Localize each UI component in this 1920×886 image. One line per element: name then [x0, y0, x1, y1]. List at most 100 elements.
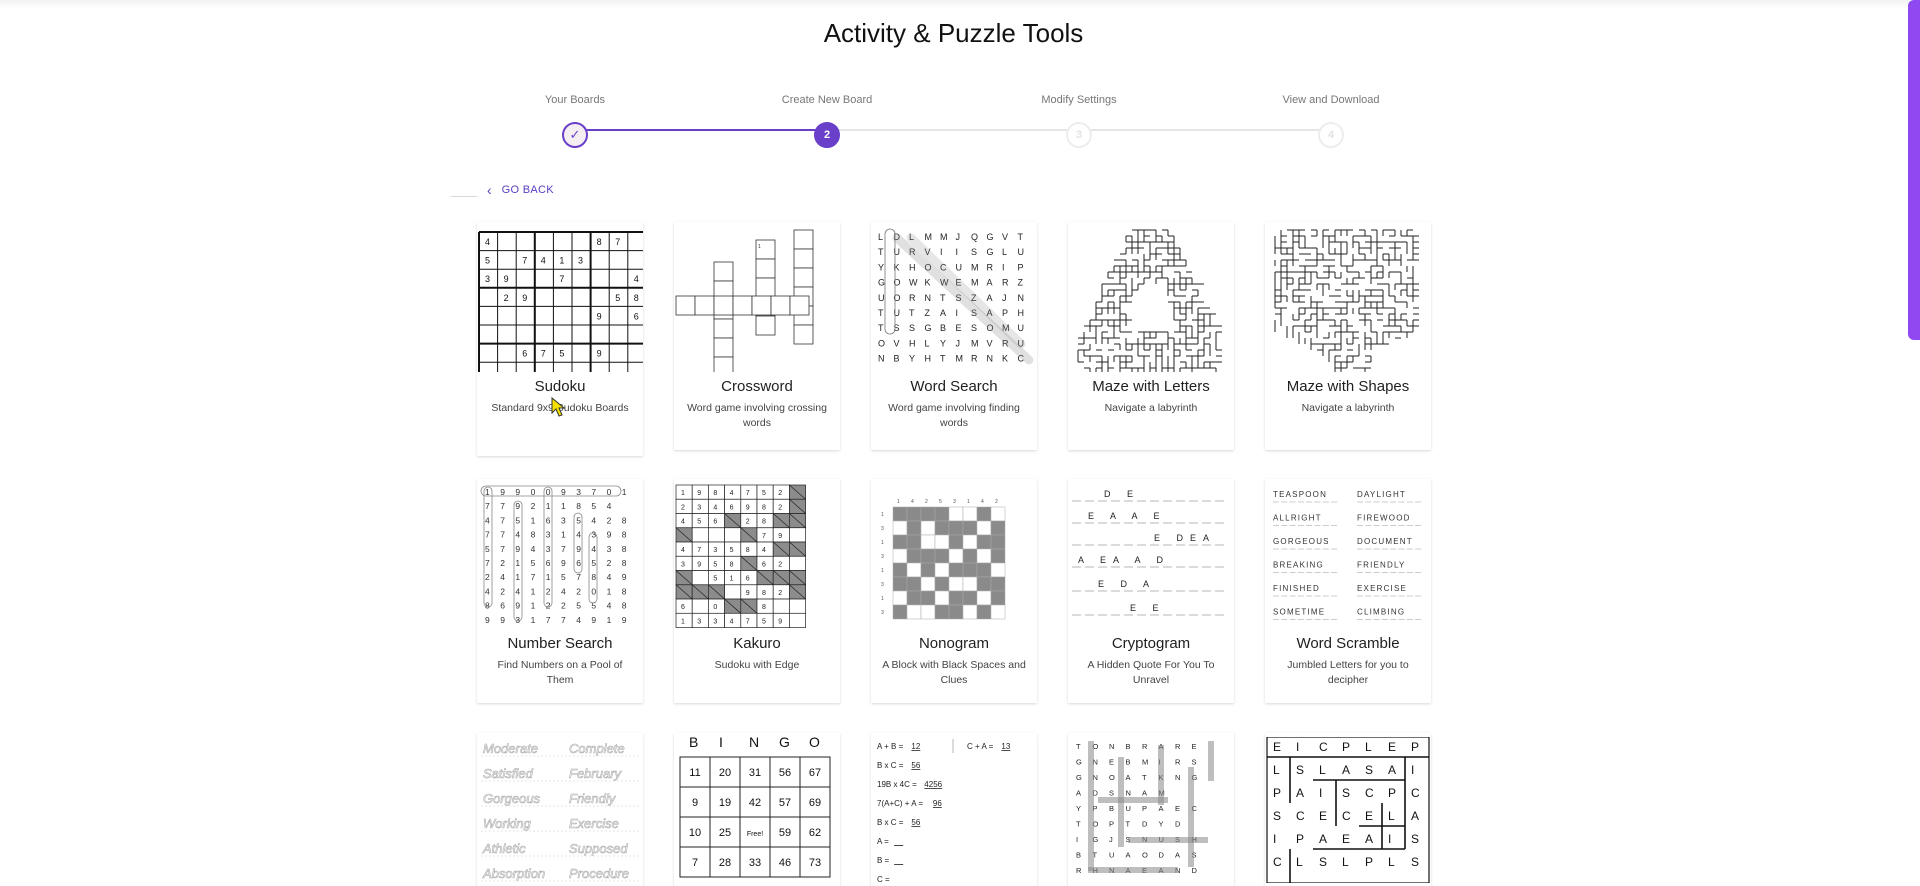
card-kakuro[interactable]: 1 9 8 4 7 5 2 2 3 4 6 9 8 2 4 5 6 2 8 7 9 4 7 3 5 8 4 3 9 5 8 6 2 5 1 6 9 8 2 6…: [674, 479, 840, 703]
kakuro-digit: 2: [778, 590, 782, 597]
kakuro-digit: 5: [730, 547, 734, 554]
nonogram-clue: 1: [881, 512, 884, 518]
bingo-number: 20: [719, 767, 731, 779]
scramble-word: FRIENDLY: [1357, 561, 1406, 570]
search-digit: 9: [485, 615, 490, 625]
nonogram-cell: [920, 506, 936, 522]
search-digit: 7: [500, 501, 505, 511]
search-letter: T: [878, 247, 884, 257]
search-letter: U: [956, 262, 963, 272]
sudoku-digit: 7: [522, 256, 527, 266]
maze-letter: E: [1192, 742, 1197, 751]
maze-letter: M: [1142, 758, 1148, 767]
card-word-search[interactable]: LDLMMJQGVTTURVIISGLUYKHOCUMRIPGOWKWEMARZ…: [871, 222, 1037, 450]
nonogram-clue: 1: [881, 540, 884, 546]
search-letter: B: [940, 323, 946, 333]
cryptogram-letters: E A A E: [1088, 511, 1167, 521]
card-maze-with-shapes[interactable]: Maze with Shapes Navigate a labyrinth: [1265, 222, 1431, 450]
grid-letter: I: [1296, 740, 1299, 754]
kakuro-digit: 1: [730, 576, 734, 583]
equation-text: C =: [877, 875, 890, 883]
equation-text: A + B =: [877, 742, 904, 751]
scramble-word: BREAKING: [1273, 561, 1324, 570]
maze-letter: E: [1109, 758, 1114, 767]
bingo-header-letter: B: [689, 737, 698, 750]
nonogram-cell: [962, 506, 978, 522]
bingo-header-letter: G: [779, 737, 790, 750]
kakuro-digit: 2: [778, 490, 782, 497]
crossword-cell: [770, 295, 791, 316]
search-digit: 2: [576, 586, 581, 596]
maze-letter: R: [1076, 866, 1082, 875]
kakuro-digit: 8: [730, 561, 734, 568]
grid-letter: A: [1342, 763, 1350, 777]
nonogram-clue: 4: [911, 499, 914, 505]
scramble-word: ALLRIGHT: [1273, 514, 1322, 523]
search-letter: K: [925, 278, 931, 288]
nonogram-clue: 3: [881, 526, 884, 532]
card-word-scramble[interactable]: TEASPOON DAYLIGHT ALLRIGHT FIREWOOD GORGEOUS…: [1265, 479, 1431, 703]
cryptogram-letters: E E: [1130, 603, 1166, 613]
crossword-cell: [713, 318, 734, 339]
nonogram-cell: [892, 534, 908, 550]
search-digit: 9: [622, 615, 627, 625]
card-crossword[interactable]: 1 Crossword Word game involving crossing…: [674, 222, 840, 450]
nonogram-cell: [976, 562, 992, 578]
search-digit: 7: [591, 487, 596, 497]
nonogram-cell: [962, 590, 978, 606]
nonogram-cell: [962, 548, 978, 564]
grid-letter: I: [1411, 763, 1414, 777]
kakuro-cell: [708, 527, 725, 543]
maze-letter: A: [1126, 851, 1131, 860]
grid-letter: A: [1296, 786, 1304, 800]
maze-path: [1158, 745, 1164, 805]
card-title: Word Scramble: [1296, 635, 1400, 652]
card-nonogram[interactable]: 1 1 4 3 2 1 5 3 3 1 1 3 4 1 2 3 Nonogram A Block with B…: [871, 479, 1037, 703]
nonogram-cell: [934, 506, 950, 522]
card-description: A Block with Black Spaces and Clues: [882, 659, 1026, 686]
search-digit: 7: [546, 615, 551, 625]
search-letter: M: [940, 232, 948, 242]
search-letter: J: [1002, 293, 1007, 303]
tracing-word: Athletic: [482, 841, 526, 856]
card-number-search[interactable]: 1990093701779211854475163542877483143985…: [477, 479, 643, 703]
search-letter: R: [971, 354, 978, 364]
card-letter-grid[interactable]: EICPLEPLSLASAIPAISCPCSCECELAIPAEAISCLSLP…: [1265, 733, 1431, 886]
maze-letter: Y: [1159, 820, 1164, 829]
nonogram-clue: 4: [981, 499, 984, 505]
maze-letter: A: [1142, 789, 1147, 798]
search-letter: H: [1018, 308, 1025, 318]
search-letter: Y: [940, 338, 946, 348]
mouse-cursor-icon: [551, 396, 566, 417]
search-letter: M: [971, 338, 979, 348]
card-word-tracing[interactable]: Moderate Complete Satisfied February Gorgeou…: [477, 733, 643, 886]
search-digit: 7: [500, 515, 505, 525]
search-digit: 5: [561, 572, 566, 582]
search-digit: 2: [546, 586, 551, 596]
card-math-puzzle[interactable]: A + B = 12 C + A = 13 B x C = 56 19B x 4C =…: [871, 733, 1037, 886]
search-letter: O: [894, 293, 901, 303]
nonogram-cell: [892, 562, 908, 578]
kakuro-digit: 5: [713, 576, 717, 583]
crossword-thumbnail: 1: [675, 229, 814, 372]
card-bingo[interactable]: B I N G O 11 20 31 56 67 9 19 42 57 69 10 25 Free! 59 62 7 28…: [674, 733, 840, 886]
card-maze-with-letters[interactable]: Maze with Letters Navigate a labyrinth: [1068, 222, 1234, 450]
search-digit: 5: [515, 515, 520, 525]
bingo-number: 9: [692, 797, 698, 809]
card-cryptogram[interactable]: D E E A A E E DEA A EA A D E D A E E Cryptogr…: [1068, 479, 1234, 703]
search-digit: 7: [500, 544, 505, 554]
tracing-word: February: [569, 766, 623, 781]
search-digit: 9: [561, 558, 566, 568]
card-letter-maze[interactable]: TONBRAREGNEBMIRSGNOATKNGADSNAMYPBUPAECTO…: [1068, 733, 1234, 886]
maze-letters-thumbnail: [1077, 229, 1222, 372]
kakuro-digit: 6: [681, 604, 685, 611]
maze-letter: S: [1192, 758, 1197, 767]
search-digit: 7: [576, 572, 581, 582]
card-sudoku[interactable]: 4875741339742958966759973 Sudoku Standar…: [477, 222, 643, 456]
grid-letter: P: [1411, 740, 1419, 754]
kakuro-digit: 1: [681, 618, 685, 625]
grid-letter: E: [1365, 809, 1373, 823]
sudoku-digit: 6: [522, 349, 527, 359]
grid-letter: A: [1319, 832, 1327, 846]
grid-letter: I: [1319, 786, 1322, 800]
